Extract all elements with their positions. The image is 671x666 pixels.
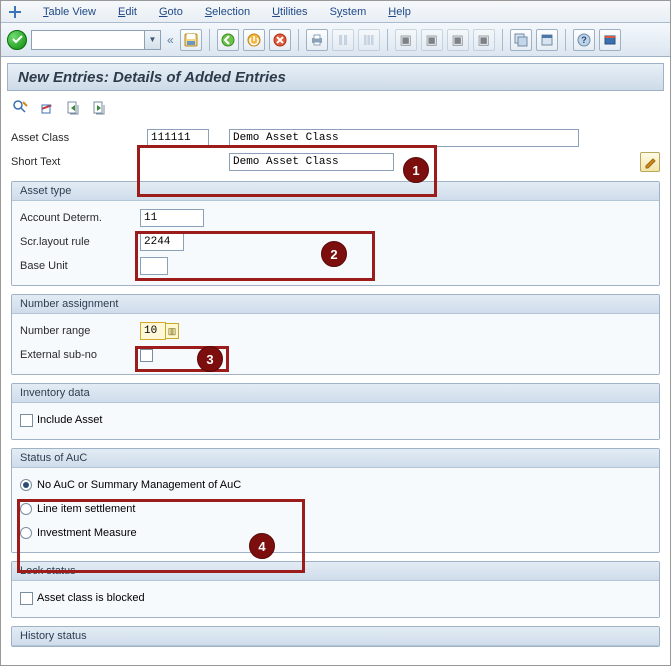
scr-layout-label: Scr.layout rule bbox=[20, 236, 140, 248]
group-status-auc: Status of AuC No AuC or Summary Manageme… bbox=[11, 448, 660, 553]
find-button bbox=[332, 29, 354, 51]
radio-investment-label: Investment Measure bbox=[37, 527, 137, 539]
long-text-edit-button[interactable] bbox=[640, 152, 660, 172]
menu-logo-icon[interactable] bbox=[7, 4, 23, 20]
group-history-status: History status bbox=[11, 626, 660, 647]
radio-line-item-label: Line item settlement bbox=[37, 503, 135, 515]
number-range-input[interactable] bbox=[140, 322, 166, 340]
next-entry-icon[interactable] bbox=[89, 98, 109, 118]
main-toolbar: ▼ « ▣ ▣ ▣ ▣ ? bbox=[1, 23, 670, 57]
short-text-input[interactable] bbox=[229, 153, 394, 171]
menu-selection[interactable]: Selection bbox=[195, 4, 260, 20]
help-button[interactable]: ? bbox=[573, 29, 595, 51]
prev-page-button: ▣ bbox=[421, 29, 443, 51]
group-asset-type: Asset type Account Determ. Scr.layout ru… bbox=[11, 181, 660, 286]
menu-utilities[interactable]: Utilities bbox=[262, 4, 317, 20]
svg-text:?: ? bbox=[581, 35, 587, 45]
new-session-button[interactable] bbox=[510, 29, 532, 51]
radio-no-auc[interactable] bbox=[20, 479, 32, 491]
collapse-toolbar-icon[interactable]: « bbox=[165, 33, 176, 47]
asset-blocked-checkbox[interactable] bbox=[20, 592, 33, 605]
asset-class-label: Asset Class bbox=[11, 132, 131, 144]
next-page-button: ▣ bbox=[447, 29, 469, 51]
asset-class-input[interactable] bbox=[147, 129, 209, 147]
base-unit-label: Base Unit bbox=[20, 260, 140, 272]
cancel-button[interactable] bbox=[269, 29, 291, 51]
group-inventory: Inventory data Include Asset bbox=[11, 383, 660, 440]
group-inventory-title: Inventory data bbox=[12, 384, 659, 403]
content-area: Asset Class Short Text Asset type Accoun… bbox=[1, 127, 670, 647]
search-help-icon[interactable]: ▥ bbox=[165, 323, 179, 339]
radio-no-auc-label: No AuC or Summary Management of AuC bbox=[37, 479, 241, 491]
command-field[interactable]: ▼ bbox=[31, 30, 161, 50]
action-bar bbox=[7, 95, 664, 121]
prev-entry-icon[interactable] bbox=[63, 98, 83, 118]
page-title: New Entries: Details of Added Entries bbox=[7, 63, 664, 91]
external-subno-checkbox[interactable] bbox=[140, 349, 153, 362]
print-button[interactable] bbox=[306, 29, 328, 51]
change-display-icon[interactable] bbox=[11, 98, 31, 118]
group-number-assignment: Number assignment Number range ▥ Externa… bbox=[11, 294, 660, 375]
generate-shortcut-button[interactable] bbox=[536, 29, 558, 51]
exit-button[interactable] bbox=[243, 29, 265, 51]
back-button[interactable] bbox=[217, 29, 239, 51]
menu-goto[interactable]: Goto bbox=[149, 4, 193, 20]
number-range-label: Number range bbox=[20, 325, 140, 337]
include-asset-label: Include Asset bbox=[37, 414, 102, 426]
group-lock-status: Lock status Asset class is blocked bbox=[11, 561, 660, 618]
asset-class-desc-input[interactable] bbox=[229, 129, 579, 147]
group-number-assignment-title: Number assignment bbox=[12, 295, 659, 314]
asset-blocked-label: Asset class is blocked bbox=[37, 592, 145, 604]
base-unit-input[interactable] bbox=[140, 257, 168, 275]
group-status-auc-title: Status of AuC bbox=[12, 449, 659, 468]
radio-investment[interactable] bbox=[20, 527, 32, 539]
menu-system[interactable]: System bbox=[320, 4, 377, 20]
radio-line-item[interactable] bbox=[20, 503, 32, 515]
external-subno-label: External sub-no bbox=[20, 349, 140, 361]
account-determ-label: Account Determ. bbox=[20, 212, 140, 224]
scr-layout-input[interactable] bbox=[140, 233, 184, 251]
first-page-button: ▣ bbox=[395, 29, 417, 51]
find-next-button bbox=[358, 29, 380, 51]
menu-bar: TTable Viewable View Edit Goto Selection… bbox=[1, 1, 670, 23]
last-page-button: ▣ bbox=[473, 29, 495, 51]
menu-help[interactable]: Help bbox=[378, 4, 421, 20]
menu-edit[interactable]: Edit bbox=[108, 4, 147, 20]
ok-icon[interactable] bbox=[7, 30, 27, 50]
save-button[interactable] bbox=[180, 29, 202, 51]
group-lock-status-title: Lock status bbox=[12, 562, 659, 581]
combo-dropdown-icon[interactable]: ▼ bbox=[144, 31, 160, 49]
layout-button[interactable] bbox=[599, 29, 621, 51]
delete-icon[interactable] bbox=[37, 98, 57, 118]
short-text-label: Short Text bbox=[11, 156, 131, 168]
group-asset-type-title: Asset type bbox=[12, 182, 659, 201]
account-determ-input[interactable] bbox=[140, 209, 204, 227]
menu-table-view[interactable]: TTable Viewable View bbox=[33, 4, 106, 20]
include-asset-checkbox[interactable] bbox=[20, 414, 33, 427]
group-history-status-title: History status bbox=[12, 627, 659, 646]
